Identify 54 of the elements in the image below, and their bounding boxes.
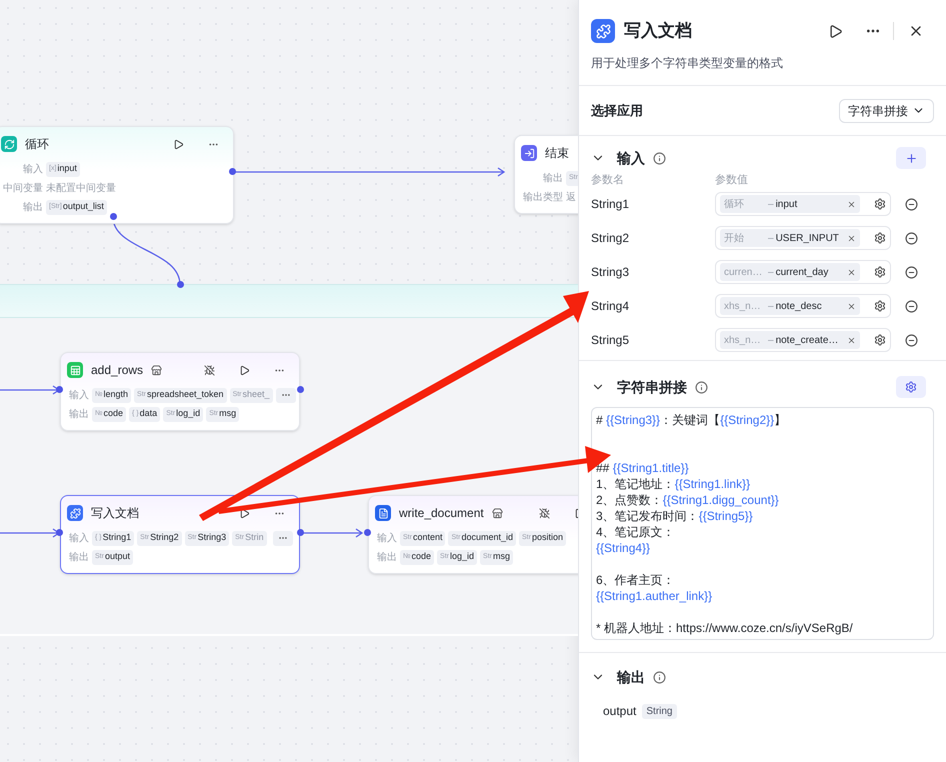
variable-tag: xhs_n… – note_create…: [720, 331, 860, 349]
column-header: 参数值: [715, 173, 748, 186]
type-tag: String: [642, 704, 676, 718]
template-line: # {{String3}}：关键词【{{String2}}】: [596, 412, 788, 428]
row-label: 中间变量: [2, 182, 43, 196]
node-title: 结束: [545, 145, 569, 162]
panel-title: 写入文档: [624, 20, 692, 42]
template-line: 2、点赞数：{{String1.digg_count}}: [596, 492, 780, 508]
parameter-value-field[interactable]: curren… – current_day: [715, 260, 891, 284]
template-line: 3、笔记发布时间：{{String5}}: [596, 508, 754, 524]
parameter-value-field[interactable]: 循环 – input: [715, 192, 891, 216]
parameter-name: String1: [591, 196, 630, 213]
parameter-name: String5: [591, 332, 630, 349]
row-label: 输出: [376, 550, 397, 564]
parameter-value-field[interactable]: 开始 – USER_INPUT: [715, 226, 891, 250]
variable-tag: curren… – current_day: [720, 263, 860, 281]
template-line: {{String4}}: [596, 540, 652, 556]
row-label: 输入: [68, 388, 89, 402]
node-title: add_rows: [91, 362, 144, 379]
parameter-name: String3: [591, 264, 630, 281]
node-title: 写入文档: [91, 505, 139, 522]
node-title: 循环: [25, 136, 49, 153]
panel-description: 用于处理多个字符串类型变量的格式: [591, 55, 784, 72]
app-select[interactable]: 字符串拼接: [839, 98, 934, 122]
row-label: 输出: [68, 408, 89, 422]
section-title: 字符串拼接: [617, 378, 687, 396]
template-line: 6、作者主页：: [596, 572, 676, 588]
template-line: {{String1.auther_link}}: [596, 588, 714, 604]
row-label: 输出: [68, 550, 89, 564]
template-line: * 机器人地址：https://www.coze.cn/s/iyVSeRgB/: [596, 620, 854, 636]
node-title: write_document: [399, 505, 484, 522]
column-header: 参数名: [591, 173, 625, 186]
row-label: 输入: [68, 532, 89, 546]
parameter-value-field[interactable]: xhs_n… – note_desc: [715, 294, 891, 318]
row-value: 未配置中间变量: [46, 182, 116, 196]
template-line: 4、笔记原文：: [596, 524, 676, 540]
variable-tag: xhs_n… – note_desc: [720, 297, 860, 315]
section-title: 输出: [617, 668, 645, 686]
variable-tag: 循环 – input: [720, 195, 860, 213]
parameter-name: String2: [591, 230, 630, 247]
parameter-value-field[interactable]: xhs_n… – note_create…: [715, 328, 891, 352]
template-line: 1、笔记地址：{{String1.link}}: [596, 476, 752, 492]
row-label: 输出类型: [522, 190, 563, 204]
row-label: 输出: [542, 172, 563, 186]
section-title: 输入: [617, 148, 645, 168]
template-line: ## {{String1.title}}: [596, 460, 690, 476]
row-label: 输入: [22, 162, 43, 176]
output-name: output: [603, 703, 636, 720]
row-label: 输出: [22, 200, 43, 214]
variable-tag: 开始 – USER_INPUT: [720, 229, 860, 247]
field-label: 选择应用: [591, 102, 643, 120]
row-value: 返: [566, 190, 576, 204]
row-label: 输入: [376, 532, 397, 546]
parameter-name: String4: [591, 298, 630, 315]
